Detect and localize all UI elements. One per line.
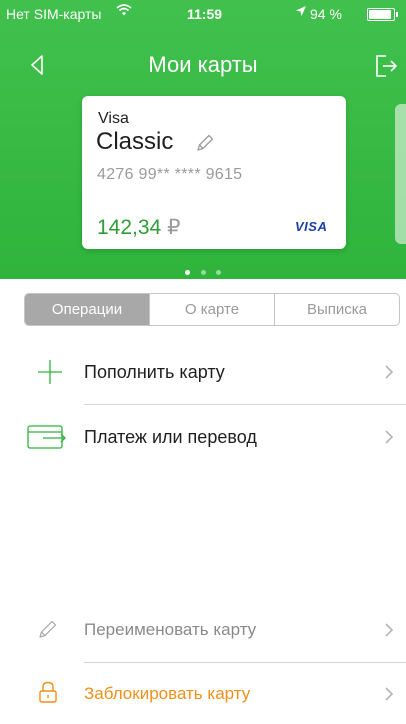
card-name: Classic [96,128,174,155]
rename-card-row[interactable]: Переименовать карту [0,600,406,660]
block-card-label: Заблокировать карту [84,684,251,703]
balance-amount: 142,34 [97,216,162,239]
divider [84,404,406,405]
currency-symbol: ₽ [167,216,181,239]
chevron-right-icon [384,622,394,638]
top-up-card-label: Пополнить карту [84,362,225,382]
location-arrow-icon [295,5,307,20]
transfer-card-icon [27,424,67,455]
segmented-control: Операции О карте Выписка [24,293,400,326]
plus-icon [37,359,63,390]
carrier-label: Нет SIM-карты [6,6,102,22]
card-tile[interactable]: Visa Classic 4276 99** **** 9615 142,34 … [82,96,346,249]
card-balance: 142,34 ₽ [97,215,180,240]
pencil-icon [197,134,214,151]
pencil-icon [37,618,59,645]
visa-logo: VISA [295,219,327,234]
payment-transfer-label: Платеж или перевод [84,427,257,447]
divider [84,662,406,663]
logout-icon [376,55,398,77]
wifi-icon [116,3,132,21]
next-card-preview[interactable] [395,104,406,244]
logout-button[interactable] [374,53,402,79]
chevron-right-icon [384,429,394,445]
battery-icon [367,8,398,21]
tab-about-card[interactable]: О карте [149,294,274,325]
clock: 11:59 [187,6,223,22]
battery-percent: 94 % [310,6,342,22]
pager-dot [185,270,191,275]
status-bar: Нет SIM-карты 11:59 94 % [0,0,406,28]
page-title: Мои карты [148,52,258,77]
payment-transfer-row[interactable]: Платеж или перевод [0,407,406,467]
chevron-right-icon [384,686,394,702]
rename-card-label: Переименовать карту [84,620,257,639]
card-number: 4276 99** **** 9615 [97,166,243,183]
tab-operations[interactable]: Операции [25,294,149,325]
nav-bar: Мои карты [0,40,406,90]
card-pager [0,262,406,275]
chevron-right-icon [384,364,394,380]
lock-icon [38,681,58,708]
header: Нет SIM-карты 11:59 94 % Мои карты Visa … [0,0,406,279]
card-brand: Visa [98,110,129,127]
pager-dot [215,270,221,275]
pager-dot [200,270,206,275]
edit-name-button[interactable] [194,132,216,154]
visa-logo-text: VISA [295,219,328,234]
top-up-card-row[interactable]: Пополнить карту [0,342,406,402]
block-card-row[interactable]: Заблокировать карту [0,664,406,724]
tab-statement[interactable]: Выписка [274,294,399,325]
